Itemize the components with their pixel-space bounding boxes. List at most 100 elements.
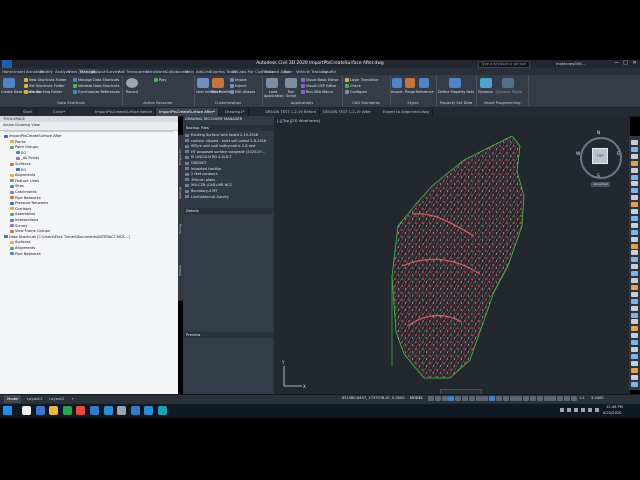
status-toggle-icon[interactable]: [570, 396, 577, 401]
layer-translator-button[interactable]: Layer Translator: [345, 78, 378, 82]
status-toggle-icon[interactable]: [536, 396, 543, 401]
toolbar-tool-icon[interactable]: [631, 202, 638, 208]
system-tray-icon[interactable]: [560, 408, 564, 412]
status-toggle-icon[interactable]: [468, 396, 475, 401]
toolbar-tool-icon[interactable]: [631, 188, 638, 194]
record-icon[interactable]: [126, 78, 138, 88]
toolbar-tool-icon[interactable]: [631, 209, 638, 214]
taskbar-app-icon[interactable]: [158, 406, 167, 415]
toolbar-tool-icon[interactable]: [631, 360, 638, 366]
dynamo-player-button[interactable]: Dynamo Player: [496, 90, 523, 94]
document-tab[interactable]: Circle*: [50, 108, 70, 116]
taskbar-app-icon[interactable]: [130, 406, 140, 415]
validate-data-shortcuts-button[interactable]: Validate Data Shortcuts: [73, 84, 119, 88]
menu-tab-home[interactable]: Home: [2, 69, 14, 74]
details-header[interactable]: Details: [184, 208, 274, 214]
tree-item[interactable]: EG: [16, 168, 26, 173]
backup-file-item[interactable]: 2 feet contours: [185, 172, 271, 177]
toolbar-tool-icon[interactable]: [631, 222, 638, 228]
synchronize-references-button[interactable]: Synchronize References: [73, 90, 120, 94]
menu-tab-view[interactable]: View: [68, 69, 77, 74]
system-tray-icon[interactable]: [595, 408, 599, 412]
import-styles-icon[interactable]: [392, 78, 402, 88]
tree-item[interactable]: Alignments: [10, 246, 35, 251]
toolbar-tool-icon[interactable]: [631, 153, 638, 159]
tree-item[interactable]: Assemblies: [10, 212, 35, 217]
export-button[interactable]: Export: [230, 84, 246, 88]
run-script-button[interactable]: Run Script: [284, 90, 298, 98]
status-toggle-icon[interactable]: [530, 396, 536, 401]
toolbar-tool-icon[interactable]: [631, 374, 638, 380]
toolbar-tool-icon[interactable]: [631, 146, 638, 152]
document-tab[interactable]: Drawing1*: [222, 108, 249, 116]
annotation-scale[interactable]: 1:1: [579, 396, 585, 400]
menu-tab-help[interactable]: Help: [185, 69, 194, 74]
visual-lisp-editor-button[interactable]: Visual LISP Editor: [301, 84, 336, 88]
toolbar-tool-icon[interactable]: [631, 340, 638, 346]
toolbar-tool-icon[interactable]: [631, 326, 638, 332]
taskbar-app-icon[interactable]: [22, 406, 31, 415]
toolbar-tool-icon[interactable]: [631, 181, 638, 187]
wcs-menu[interactable]: Unnamed: [591, 182, 610, 187]
compass-west[interactable]: W: [576, 152, 580, 157]
taskbar-app-icon[interactable]: [35, 406, 45, 415]
dynamo-button[interactable]: Dynamo: [478, 90, 493, 94]
status-toggle-icon[interactable]: [543, 396, 550, 401]
tree-item[interactable]: Sites: [10, 184, 24, 189]
backup-file-item[interactable]: Existing Surface with faded 2-15-2018: [185, 133, 271, 138]
clock-date[interactable]: 6/25/2020: [603, 411, 621, 415]
toolbar-tool-icon[interactable]: [631, 291, 638, 297]
play-button[interactable]: Play: [154, 78, 166, 82]
system-tray-icon[interactable]: [567, 408, 571, 412]
toolbar-tool-icon[interactable]: [631, 319, 638, 325]
system-tray-icon[interactable]: [588, 408, 592, 412]
add-layout-button[interactable]: +: [68, 395, 77, 403]
toolbar-tool-icon[interactable]: [631, 353, 638, 359]
define-property-sets-button[interactable]: Define Property Sets: [437, 90, 475, 94]
tree-item[interactable]: Feature Lines: [10, 179, 39, 184]
toolbar-tool-icon[interactable]: [631, 236, 638, 242]
backup-file-item[interactable]: IS LINCOLN RD 4-SLD.T: [185, 155, 271, 160]
viewcube-top-face[interactable]: TOP: [592, 148, 608, 164]
tree-item[interactable]: Data Shortcuts [C:\Users\Mick Turner\Doc…: [4, 235, 130, 240]
status-toggle-icon[interactable]: [482, 396, 489, 401]
record-button[interactable]: Record: [126, 90, 138, 94]
compass-north[interactable]: N: [597, 131, 600, 136]
configure-button[interactable]: Configure: [345, 90, 367, 94]
tree-item[interactable]: Corridors: [10, 207, 31, 212]
preview-header[interactable]: Preview: [184, 332, 274, 338]
backup-file-item[interactable]: INTyre unif-nudl bathymetric 2-8-rest: [185, 144, 271, 149]
tree-item[interactable]: Alignments: [10, 173, 35, 178]
menu-tab-rom[interactable]: Rom: [284, 69, 293, 74]
new-shortcuts-folder-button[interactable]: New Shortcuts Folder: [24, 78, 66, 82]
tree-item[interactable]: _All Points: [16, 156, 39, 161]
toolbar-tool-icon[interactable]: [631, 333, 638, 339]
backup-file-item[interactable]: Boundary-4 MT: [185, 189, 271, 194]
backup-files-header[interactable]: Backup Files: [184, 125, 274, 131]
toolbar-tool-icon[interactable]: [631, 347, 638, 352]
system-tray-icon[interactable]: [574, 408, 578, 412]
status-toggle-icon[interactable]: [448, 396, 455, 401]
toolbar-tool-icon[interactable]: [631, 160, 638, 166]
status-toggle-icon[interactable]: [441, 396, 448, 401]
edit-aliases-button[interactable]: Edit Aliases: [230, 90, 255, 94]
user-interface-icon[interactable]: [197, 78, 209, 88]
status-toggle-icon[interactable]: [428, 396, 434, 401]
backup-file-item[interactable]: Imported Hectilar: [185, 167, 271, 172]
tree-item[interactable]: Point Groups: [10, 145, 38, 150]
toolbar-tool-icon[interactable]: [631, 140, 638, 145]
menu-tab-modify[interactable]: Modify: [40, 69, 53, 74]
toolbar-tool-icon[interactable]: [631, 298, 638, 304]
dynamo-icon[interactable]: [480, 78, 492, 88]
toolbar-tool-icon[interactable]: [631, 264, 638, 270]
tree-item[interactable]: Pipe Networks: [10, 196, 41, 201]
model-space-toggle[interactable]: MODEL: [410, 396, 423, 400]
import-styles-button[interactable]: Import: [391, 90, 403, 94]
document-tab[interactable]: Start: [20, 108, 37, 116]
document-tab[interactable]: DESIGN TEST 1-2-19 Before: [262, 108, 321, 116]
close-button[interactable]: ✕: [630, 60, 639, 67]
backup-file-item[interactable]: GRIDSET: [185, 161, 271, 166]
status-toggle-icon[interactable]: [550, 396, 557, 401]
tree-item[interactable]: Surfaces: [10, 162, 31, 167]
reference-icon[interactable]: [419, 78, 429, 88]
